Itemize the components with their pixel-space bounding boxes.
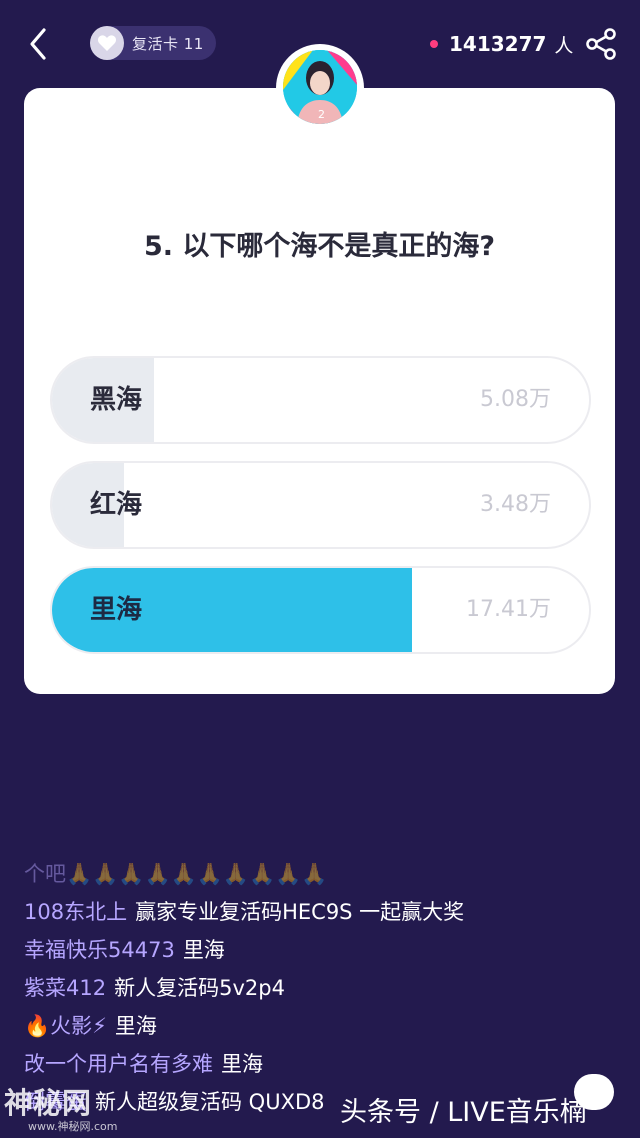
chat-username: 改一个用户名有多难 — [24, 1052, 213, 1076]
chat-username: 紫菜412 — [24, 976, 107, 1000]
chat-text: 里海 — [221, 1052, 263, 1076]
option-3-count: 17.41万 — [466, 597, 551, 622]
heart-icon — [90, 26, 124, 60]
option-1-label: 黑海 — [90, 385, 143, 415]
chat-list: 个吧🙏🙏🙏🙏🙏🙏🙏🙏🙏🙏 108东北上 赢家专业复活码HEC9S 一起赢大奖 幸福… — [24, 855, 624, 1121]
live-dot-icon — [430, 40, 438, 48]
question-card: 5. 以下哪个海不是真正的海? 黑海 5.08万 红海 3.48万 里海 17.… — [24, 88, 615, 694]
chat-text: 里海 — [114, 1014, 157, 1038]
chat-username: 幸福快乐54473 — [24, 938, 175, 962]
chat-message: 紫菜412 新人复活码5v2p4 — [24, 969, 624, 1007]
option-1-count: 5.08万 — [480, 387, 551, 412]
chat-username: 🔥火影⚡ — [24, 1014, 107, 1038]
option-1[interactable]: 黑海 5.08万 — [50, 356, 591, 444]
viewer-count-unit: 人 — [554, 34, 574, 57]
revive-card-badge[interactable]: 复活卡 11 — [90, 26, 216, 60]
chat-text: 新人超级复活码 QUXD8 — [95, 1090, 325, 1114]
question-text: 5. 以下哪个海不是真正的海? — [143, 231, 496, 262]
chat-username: 108东北上 — [24, 900, 128, 924]
revive-card-label: 复活卡 11 — [132, 34, 204, 53]
share-icon[interactable] — [584, 27, 618, 61]
watermark-left-url: www.神秘网.com — [28, 1120, 118, 1133]
chat-message: 幸福快乐54473 里海 — [24, 931, 624, 969]
option-2-label: 红海 — [90, 490, 143, 520]
chat-message: 108东北上 赢家专业复活码HEC9S 一起赢大奖 — [24, 893, 624, 931]
chat-username: 个吧🙏🙏🙏🙏🙏🙏🙏🙏🙏🙏 — [24, 862, 328, 886]
option-2[interactable]: 红海 3.48万 — [50, 461, 591, 549]
chat-message: 个吧🙏🙏🙏🙏🙏🙏🙏🙏🙏🙏 — [24, 855, 624, 893]
watermark-right: 头条号 / LIVE音乐楠 — [340, 1097, 587, 1128]
viewer-count: 1413277 人 — [430, 30, 573, 58]
chat-message: 🔥火影⚡ 里海 — [24, 1007, 624, 1045]
option-2-count: 3.48万 — [480, 492, 551, 517]
option-3-correct[interactable]: 里海 17.41万 — [50, 566, 591, 654]
watermark-left: 神秘网 — [4, 1086, 92, 1120]
chat-text: 新人复活码5v2p4 — [114, 976, 285, 1000]
chat-text: 赢家专业复活码HEC9S 一起赢大奖 — [135, 900, 465, 924]
chat-message: 改一个用户名有多难 里海 — [24, 1045, 624, 1083]
back-arrow-icon[interactable] — [22, 26, 58, 62]
option-3-label: 里海 — [90, 595, 143, 625]
viewer-count-number: 1413277 — [449, 32, 547, 56]
chat-text: 里海 — [182, 938, 225, 962]
host-avatar[interactable]: 2 — [283, 50, 357, 124]
svg-text:2: 2 — [318, 108, 325, 121]
